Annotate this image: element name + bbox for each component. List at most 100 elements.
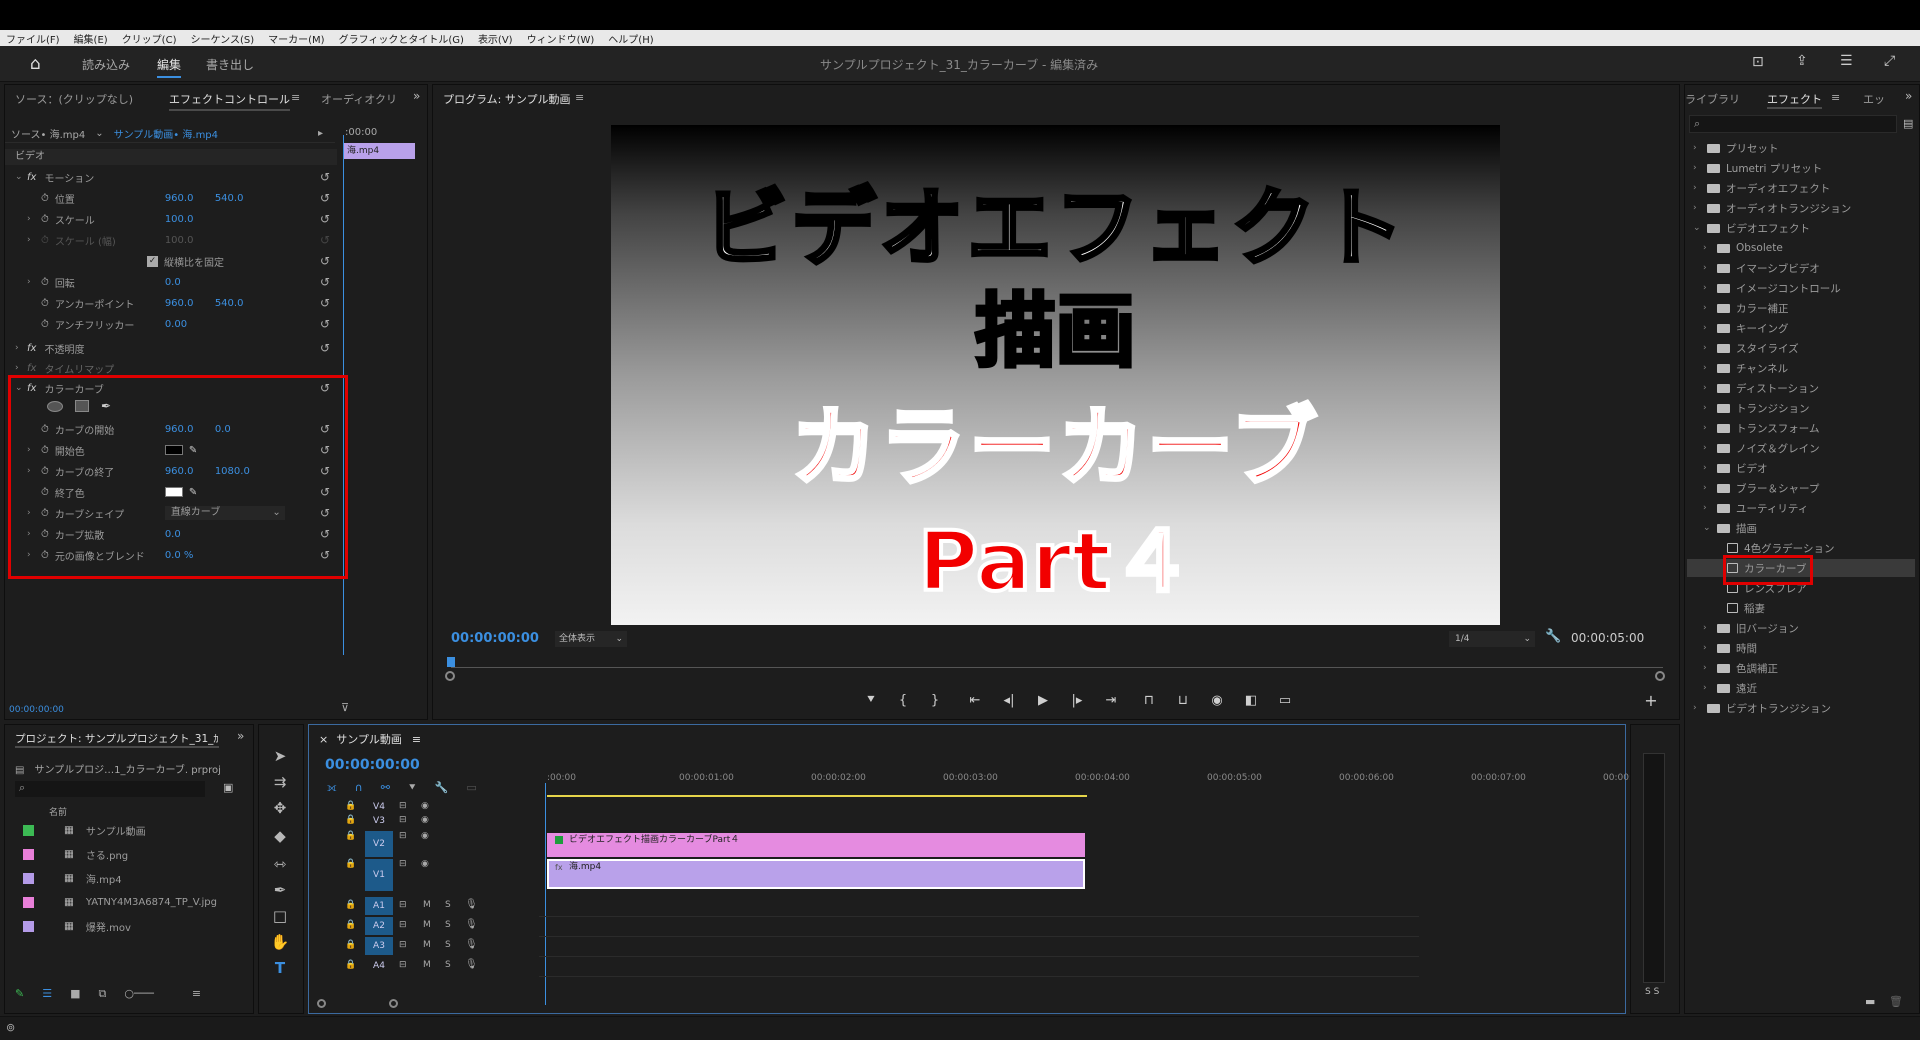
video-frame[interactable]: ビデオエフェクト 描画 カラーカーブ Part４ <box>611 125 1500 625</box>
rectangle-tool-icon[interactable]: □ <box>269 907 291 925</box>
eye-icon[interactable]: ◉ <box>421 859 429 869</box>
lock-icon[interactable]: 🔒 <box>345 900 356 910</box>
chevron-icon[interactable]: › <box>1693 143 1701 153</box>
mark-out-icon[interactable]: } <box>925 693 945 708</box>
export-frame-icon[interactable]: ◉ <box>1207 693 1227 708</box>
meter-solo-labels[interactable]: S S <box>1645 987 1659 997</box>
effect-opacity-row[interactable]: › fx 不透明度 <box>15 339 84 357</box>
tab-libraries[interactable]: ライブラリ <box>1685 91 1740 107</box>
track-label[interactable]: V3 <box>365 815 393 827</box>
eye-icon[interactable]: ◉ <box>421 801 429 811</box>
safe-margins-icon[interactable]: ▭ <box>1275 693 1295 708</box>
workspace-export[interactable]: 書き出し <box>206 56 254 73</box>
effects-search-input[interactable]: ⌕ <box>1689 115 1897 133</box>
clip-graphic[interactable]: ビデオエフェクト描画カラーカーブPart４ <box>547 833 1085 857</box>
quick-export-icon[interactable]: ⊡ <box>1752 54 1764 70</box>
tab-effect-controls[interactable]: エフェクトコントロール <box>169 91 290 111</box>
microphone-icon[interactable]: 🎙 <box>465 959 478 970</box>
program-timecode[interactable]: 00:00:00:00 <box>451 631 539 646</box>
program-playhead[interactable] <box>447 657 455 667</box>
menu-item[interactable]: 編集(E) <box>74 31 108 46</box>
eye-icon[interactable]: ◉ <box>421 831 429 841</box>
track-label[interactable]: A1 <box>365 897 393 915</box>
reset-icon[interactable]: ↺ <box>320 318 332 330</box>
effect-folder[interactable]: › ブラー＆シャープ <box>1703 479 1917 497</box>
menu-item[interactable]: マーカー(M) <box>268 31 324 46</box>
effect-folder[interactable]: › Lumetri プリセット <box>1693 159 1917 177</box>
menu-item[interactable]: ヘルプ(H) <box>608 31 653 46</box>
param-row[interactable]: ✓ 縦横比を固定 <box>27 252 224 270</box>
timeline-zoom-left[interactable] <box>317 999 326 1008</box>
effect-folder[interactable]: › ビデオ <box>1703 459 1917 477</box>
settings-wrench-icon[interactable]: 🔧 <box>435 781 449 795</box>
type-tool-icon[interactable]: T <box>269 959 291 977</box>
effect-folder[interactable]: ⌄ 描画 <box>1703 519 1917 537</box>
go-to-in-icon[interactable]: ⇤ <box>965 693 985 708</box>
effect-folder[interactable]: › ビデオトランジション <box>1693 699 1917 717</box>
solo-button[interactable]: S <box>445 920 451 930</box>
pen-icon[interactable]: ✎ <box>15 987 24 1001</box>
chevron-icon[interactable]: › <box>1703 363 1711 373</box>
audio-track-header[interactable]: 🔒 A3 ⊟ M S 🎙 <box>345 937 535 955</box>
chevron-icon[interactable]: › <box>1703 423 1711 433</box>
chevron-icon[interactable]: › <box>1693 163 1701 173</box>
new-custom-bin-icon[interactable]: ▬ <box>1865 995 1875 1008</box>
linked-selection-icon[interactable]: ⚯ <box>381 781 390 795</box>
zoom-handle-left[interactable] <box>445 671 455 681</box>
project-title[interactable]: プロジェクト: サンプルプロジェクト_31_ｶ <box>15 731 219 748</box>
step-forward-icon[interactable]: |▸ <box>1067 693 1087 708</box>
track-label[interactable]: A2 <box>365 917 393 935</box>
razor-tool-icon[interactable]: ◆ <box>269 827 291 845</box>
tab-audio-clip[interactable]: オーディオクリ <box>321 91 397 107</box>
zoom-handle-right[interactable] <box>1655 671 1665 681</box>
chevron-icon[interactable]: › <box>1703 643 1711 653</box>
lift-icon[interactable]: ⊓ <box>1139 693 1159 708</box>
effect-folder[interactable]: › イメージコントロール <box>1703 279 1917 297</box>
chevron-right-icon[interactable]: › <box>27 214 35 224</box>
menu-item[interactable]: シーケンス(S) <box>190 31 254 46</box>
lock-icon[interactable]: 🔒 <box>345 831 356 841</box>
param-value-1[interactable]: 960.0 <box>165 298 215 309</box>
go-to-out-icon[interactable]: ⇥ <box>1101 693 1121 708</box>
effect-item[interactable]: 稲妻 <box>1713 599 1917 617</box>
chevron-right-icon[interactable]: › <box>27 235 35 245</box>
lock-icon[interactable]: 🔒 <box>345 815 356 825</box>
effect-folder[interactable]: › Obsolete <box>1703 239 1917 257</box>
pen-tool-icon[interactable]: ✒ <box>269 881 291 899</box>
tab-effects[interactable]: エフェクト <box>1767 91 1822 109</box>
reset-icon[interactable]: ↺ <box>320 297 332 309</box>
filter-icon[interactable]: ⊽ <box>341 701 349 714</box>
button-editor-icon[interactable]: + <box>1641 691 1661 710</box>
sync-lock-icon[interactable]: ⊟ <box>399 815 407 825</box>
chevron-icon[interactable]: › <box>1703 683 1711 693</box>
quality-dropdown[interactable]: 1/4 ⌄ <box>1449 631 1535 647</box>
microphone-icon[interactable]: 🎙 <box>465 899 478 910</box>
chevron-icon[interactable]: › <box>1693 203 1701 213</box>
reset-icon[interactable]: ↺ <box>320 342 332 354</box>
timeline-timecode[interactable]: 00:00:00:00 <box>325 757 420 773</box>
mute-button[interactable]: M <box>423 900 431 910</box>
project-item[interactable]: ▦ さる.png <box>23 845 128 863</box>
effect-folder[interactable]: › スタイライズ <box>1703 339 1917 357</box>
effect-folder[interactable]: › トランスフォーム <box>1703 419 1917 437</box>
param-row[interactable]: › ⏱ スケール 100.0 <box>27 210 215 228</box>
chevron-icon[interactable]: › <box>1703 443 1711 453</box>
param-row[interactable]: ⏱ 位置 960.0 540.0 <box>27 189 243 207</box>
solo-button[interactable]: S <box>445 960 451 970</box>
sync-lock-icon[interactable]: ⊟ <box>399 831 407 841</box>
close-icon[interactable]: × <box>319 733 328 746</box>
project-search-input[interactable]: ⌕ <box>15 781 205 797</box>
effect-folder[interactable]: › オーディオトランジション <box>1693 199 1917 217</box>
timeline-zoom-right[interactable] <box>389 999 398 1008</box>
chevron-icon[interactable]: › <box>1703 283 1711 293</box>
effect-folder[interactable]: ⌄ ビデオエフェクト <box>1693 219 1917 237</box>
track-label[interactable]: V4 <box>365 801 393 813</box>
column-name-header[interactable]: 名前 <box>49 805 67 818</box>
list-view-icon[interactable]: ☰ <box>42 987 52 1001</box>
effect-folder[interactable]: › ノイズ＆グレイン <box>1703 439 1917 457</box>
param-value-2[interactable]: 540.0 <box>215 298 244 309</box>
zoom-slider[interactable]: ○─── <box>124 987 153 1001</box>
sync-lock-icon[interactable]: ⊟ <box>399 859 407 869</box>
stopwatch-icon[interactable]: ⏱ <box>41 193 49 204</box>
effect-folder[interactable]: › 時間 <box>1703 639 1917 657</box>
